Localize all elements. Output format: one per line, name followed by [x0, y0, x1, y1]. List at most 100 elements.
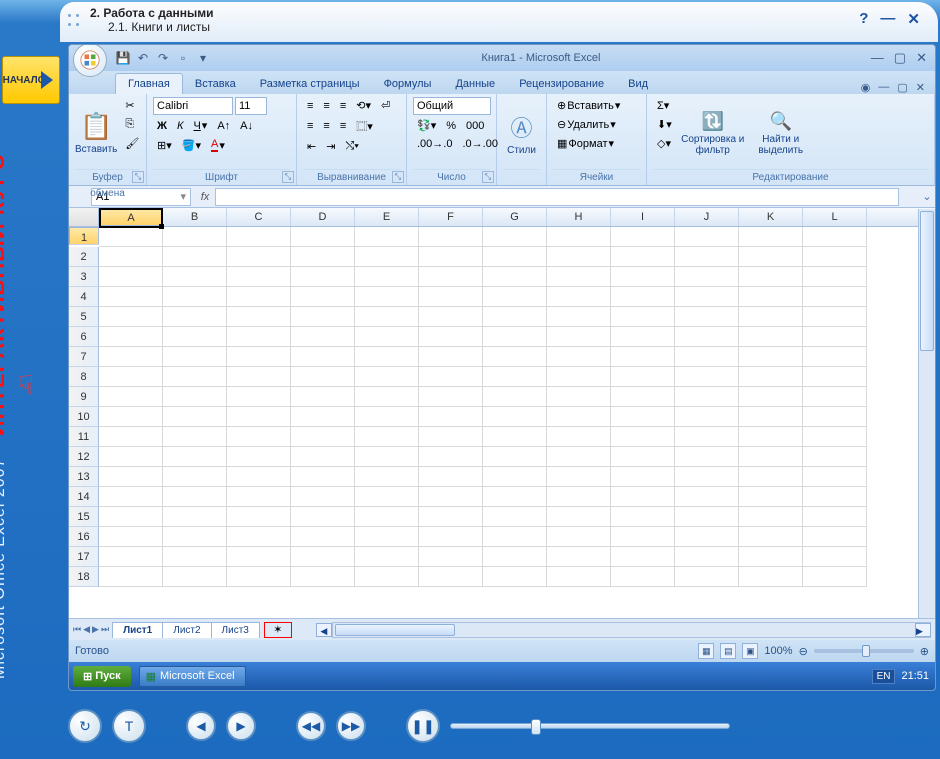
col-header-I[interactable]: I — [611, 208, 675, 226]
align-right-button[interactable]: ≡ — [336, 118, 350, 134]
cell[interactable] — [611, 567, 675, 587]
cell[interactable] — [419, 427, 483, 447]
cell[interactable] — [227, 427, 291, 447]
save-icon[interactable]: 💾 — [115, 50, 131, 66]
cell[interactable] — [163, 287, 227, 307]
cell[interactable] — [483, 407, 547, 427]
cell[interactable] — [483, 567, 547, 587]
taskbar-excel[interactable]: ▦ Microsoft Excel — [139, 666, 246, 687]
vscroll-thumb[interactable] — [920, 211, 934, 351]
cell[interactable] — [547, 287, 611, 307]
row-header-7[interactable]: 7 — [69, 347, 99, 367]
cell[interactable] — [163, 267, 227, 287]
cell[interactable] — [163, 427, 227, 447]
wrap-text-button[interactable]: ⏎ — [377, 97, 394, 114]
cell[interactable] — [739, 407, 803, 427]
sheet-tab-2[interactable]: Лист2 — [162, 622, 211, 638]
cell[interactable] — [547, 407, 611, 427]
player-reload-button[interactable]: ↻ — [68, 709, 102, 743]
cell[interactable] — [675, 527, 739, 547]
cell[interactable] — [483, 327, 547, 347]
cell[interactable] — [163, 547, 227, 567]
cell[interactable] — [227, 547, 291, 567]
row-header-18[interactable]: 18 — [69, 567, 99, 587]
row-header-6[interactable]: 6 — [69, 327, 99, 347]
cell[interactable] — [99, 407, 163, 427]
cell[interactable] — [675, 567, 739, 587]
indent-inc-button[interactable]: ⇥ — [322, 138, 339, 155]
col-header-K[interactable]: K — [739, 208, 803, 226]
cell[interactable] — [675, 227, 739, 247]
cell[interactable] — [547, 347, 611, 367]
cell[interactable] — [611, 267, 675, 287]
cell[interactable] — [483, 507, 547, 527]
cell[interactable] — [99, 547, 163, 567]
cell[interactable] — [227, 447, 291, 467]
cell[interactable] — [547, 507, 611, 527]
cell[interactable] — [291, 547, 355, 567]
row-header-3[interactable]: 3 — [69, 267, 99, 287]
cell[interactable] — [355, 367, 419, 387]
cell[interactable] — [355, 347, 419, 367]
cell[interactable] — [547, 267, 611, 287]
wb-minimize-icon[interactable]: — — [878, 81, 889, 94]
cell[interactable] — [227, 327, 291, 347]
help-icon[interactable]: ? — [859, 10, 868, 28]
format-cells-button[interactable]: ▦ Формат▾ — [553, 135, 624, 152]
row-header-10[interactable]: 10 — [69, 407, 99, 427]
cell[interactable] — [355, 487, 419, 507]
player-pause-button[interactable]: ❚❚ — [406, 709, 440, 743]
cell[interactable] — [355, 407, 419, 427]
redo-icon[interactable]: ↷ — [155, 50, 171, 66]
cell[interactable] — [675, 447, 739, 467]
cell[interactable] — [227, 367, 291, 387]
cell[interactable] — [483, 307, 547, 327]
cell[interactable] — [355, 507, 419, 527]
cell[interactable] — [483, 487, 547, 507]
cell[interactable] — [611, 247, 675, 267]
cell[interactable] — [291, 427, 355, 447]
cell[interactable] — [163, 387, 227, 407]
close-icon[interactable]: ✕ — [907, 10, 920, 28]
cell[interactable] — [419, 367, 483, 387]
cell[interactable] — [675, 307, 739, 327]
player-progress-slider[interactable] — [450, 723, 730, 729]
excel-maximize-icon[interactable]: ▢ — [894, 50, 906, 66]
cell[interactable] — [99, 347, 163, 367]
cell[interactable] — [803, 287, 867, 307]
bold-button[interactable]: Ж — [153, 118, 171, 134]
cell[interactable] — [547, 327, 611, 347]
cell[interactable] — [355, 267, 419, 287]
col-header-C[interactable]: C — [227, 208, 291, 226]
cell[interactable] — [99, 447, 163, 467]
cell[interactable] — [291, 367, 355, 387]
cell[interactable] — [739, 267, 803, 287]
row-header-12[interactable]: 12 — [69, 447, 99, 467]
tab-formulas[interactable]: Формулы — [372, 74, 444, 94]
cell[interactable] — [419, 447, 483, 467]
view-layout-icon[interactable]: ▤ — [720, 643, 736, 659]
row-header-4[interactable]: 4 — [69, 287, 99, 307]
col-header-D[interactable]: D — [291, 208, 355, 226]
zoom-slider[interactable] — [814, 649, 914, 653]
cell[interactable] — [739, 367, 803, 387]
cell[interactable] — [419, 227, 483, 247]
cell[interactable] — [547, 487, 611, 507]
view-normal-icon[interactable]: ▦ — [698, 643, 714, 659]
font-color-button[interactable]: A▾ — [207, 136, 229, 154]
sheet-first-icon[interactable]: ⏮ — [73, 624, 81, 635]
cell[interactable] — [163, 367, 227, 387]
font-launcher[interactable]: ⤡ — [282, 171, 294, 183]
row-header-9[interactable]: 9 — [69, 387, 99, 407]
cell[interactable] — [611, 347, 675, 367]
cell[interactable] — [163, 347, 227, 367]
sheet-tab-3[interactable]: Лист3 — [211, 622, 260, 638]
cell[interactable] — [99, 247, 163, 267]
cell[interactable] — [675, 547, 739, 567]
cell[interactable] — [803, 467, 867, 487]
cell[interactable] — [99, 427, 163, 447]
indent-dec-button[interactable]: ⇤ — [303, 138, 320, 155]
cell[interactable] — [99, 567, 163, 587]
copy-button[interactable]: ⎘ — [121, 116, 143, 133]
font-size-input[interactable] — [235, 97, 267, 115]
